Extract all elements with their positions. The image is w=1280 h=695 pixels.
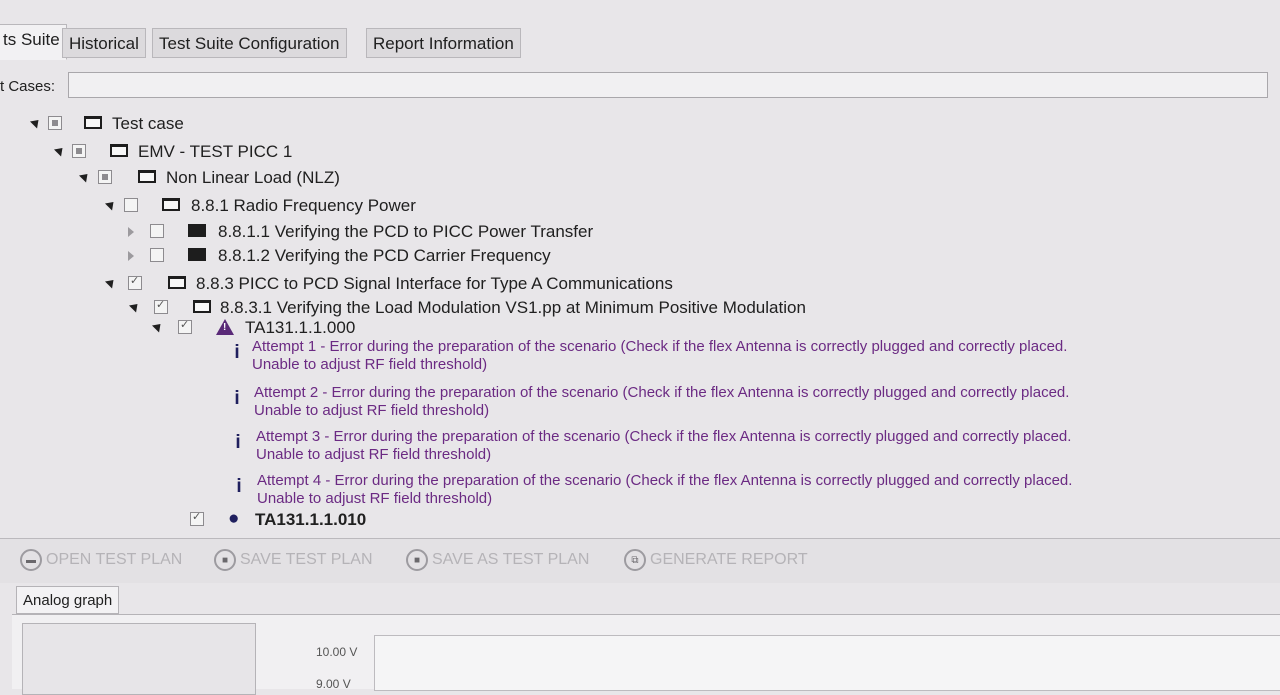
- tree-checkbox[interactable]: [124, 198, 138, 212]
- folder-icon: [162, 198, 180, 211]
- main-tabs: ts Suite Historical Test Suite Configura…: [0, 22, 1280, 70]
- tree-node-non-linear-load[interactable]: Non Linear Load (NLZ): [0, 168, 1280, 190]
- expand-arrow-icon[interactable]: [53, 144, 67, 157]
- tree-label: 8.8.3.1 Verifying the Load Modulation VS…: [220, 298, 806, 317]
- open-icon: ▬: [20, 549, 42, 571]
- analog-graph-panel: 10.00 V 9.00 V: [12, 614, 1280, 695]
- graph-side-panel: [22, 623, 256, 695]
- attempt-message: Attempt 4 - Error during the preparation…: [257, 472, 1073, 489]
- save-test-plan-button[interactable]: ■ SAVE TEST PLAN: [214, 545, 373, 575]
- test-tree: Test case EMV - TEST PICC 1 Non Linear L…: [0, 108, 1280, 532]
- tree-node-8-8-1-2[interactable]: 8.8.1.2 Verifying the PCD Carrier Freque…: [0, 246, 1280, 268]
- save-icon: ■: [214, 549, 236, 571]
- warning-icon: [216, 319, 234, 335]
- attempt-message-detail: Unable to adjust RF field threshold): [256, 446, 492, 463]
- test-cases-filter-input[interactable]: [68, 72, 1268, 98]
- expand-arrow-icon[interactable]: [151, 320, 165, 333]
- y-axis-label: 10.00 V: [316, 645, 358, 659]
- expand-arrow-icon[interactable]: [128, 300, 142, 313]
- tree-label: 8.8.1.1 Verifying the PCD to PICC Power …: [218, 222, 594, 241]
- attempt-message: Attempt 2 - Error during the preparation…: [254, 384, 1070, 401]
- tree-label: Non Linear Load (NLZ): [166, 168, 340, 187]
- collapsed-arrow-icon[interactable]: [128, 251, 134, 261]
- y-axis-label: 9.00 V: [316, 677, 351, 691]
- attempt-message-detail: Unable to adjust RF field threshold): [257, 490, 493, 507]
- folder-icon: [110, 144, 128, 157]
- info-icon: i: [236, 476, 242, 497]
- tab-tests-suite[interactable]: ts Suite: [0, 24, 67, 60]
- tree-node-8-8-1[interactable]: 8.8.1 Radio Frequency Power: [0, 196, 1280, 218]
- folder-icon: [168, 276, 186, 289]
- folder-icon: [138, 170, 156, 183]
- save-as-test-plan-label: SAVE AS TEST PLAN: [432, 551, 590, 568]
- tree-checkbox[interactable]: [48, 116, 62, 130]
- report-icon: ⧉: [624, 549, 646, 571]
- tree-checkbox[interactable]: [178, 318, 192, 334]
- generate-report-label: GENERATE REPORT: [650, 551, 808, 568]
- tree-node-emv-test-picc-1[interactable]: EMV - TEST PICC 1: [0, 142, 1280, 164]
- save-test-plan-label: SAVE TEST PLAN: [240, 551, 373, 568]
- tab-analog-graph[interactable]: Analog graph: [16, 586, 120, 614]
- expand-arrow-icon[interactable]: [29, 116, 43, 129]
- tab-report-information[interactable]: Report Information: [366, 28, 521, 58]
- save-as-test-plan-button[interactable]: ■ SAVE AS TEST PLAN: [406, 545, 589, 575]
- graph-tabs: Analog graph: [12, 586, 1280, 614]
- gear-status-icon: ●: [228, 508, 240, 529]
- tree-node-ta131-1-1-000[interactable]: TA131.1.1.000: [0, 318, 1280, 340]
- tree-label: Test case: [112, 114, 184, 133]
- folder-icon: [193, 300, 211, 313]
- info-icon: i: [235, 432, 241, 453]
- save-as-icon: ■: [406, 549, 428, 571]
- tab-historical[interactable]: Historical: [62, 28, 146, 58]
- tree-node-8-8-3-1[interactable]: 8.8.3.1 Verifying the Load Modulation VS…: [0, 298, 1280, 320]
- test-plan-toolbar: ▬ OPEN TEST PLAN ■ SAVE TEST PLAN ■ SAVE…: [0, 538, 1280, 583]
- tree-label: TA131.1.1.000: [245, 318, 356, 337]
- tree-node-8-8-3[interactable]: 8.8.3 PICC to PCD Signal Interface for T…: [0, 274, 1280, 296]
- tree-checkbox[interactable]: [72, 144, 86, 158]
- expand-arrow-icon[interactable]: [104, 276, 118, 289]
- tree-checkbox[interactable]: [190, 510, 204, 526]
- tree-checkbox[interactable]: [98, 170, 112, 184]
- tree-node-ta131-1-1-010[interactable]: ● TA131.1.1.010: [0, 508, 1280, 532]
- tree-checkbox[interactable]: [128, 274, 142, 290]
- generate-report-button[interactable]: ⧉ GENERATE REPORT: [624, 545, 808, 575]
- open-test-plan-button[interactable]: ▬ OPEN TEST PLAN: [20, 545, 182, 575]
- tree-label: EMV - TEST PICC 1: [138, 142, 293, 161]
- attempt-message: Attempt 1 - Error during the preparation…: [252, 338, 1068, 355]
- collapsed-arrow-icon[interactable]: [128, 227, 134, 237]
- test-cases-filter-row: t Cases:: [0, 72, 1280, 102]
- tree-checkbox[interactable]: [154, 298, 168, 314]
- tree-checkbox[interactable]: [150, 224, 164, 238]
- attempt-message-detail: Unable to adjust RF field threshold): [254, 402, 490, 419]
- tree-node-8-8-1-1[interactable]: 8.8.1.1 Verifying the PCD to PICC Power …: [0, 222, 1280, 244]
- folder-icon: [188, 224, 206, 237]
- tree-label: 8.8.1.2 Verifying the PCD Carrier Freque…: [218, 246, 551, 265]
- open-test-plan-label: OPEN TEST PLAN: [46, 551, 183, 568]
- folder-icon: [84, 116, 102, 129]
- tab-test-suite-configuration[interactable]: Test Suite Configuration: [152, 28, 347, 58]
- tree-label: 8.8.1 Radio Frequency Power: [191, 196, 416, 215]
- test-cases-label: t Cases:: [0, 78, 56, 95]
- tree-checkbox[interactable]: [150, 248, 164, 262]
- info-icon: i: [234, 342, 240, 363]
- attempt-message-detail: Unable to adjust RF field threshold): [252, 356, 488, 373]
- attempt-message: Attempt 3 - Error during the preparation…: [256, 428, 1072, 445]
- folder-icon: [188, 248, 206, 261]
- graph-plot-area: [374, 635, 1280, 691]
- expand-arrow-icon[interactable]: [78, 170, 92, 183]
- expand-arrow-icon[interactable]: [104, 198, 118, 211]
- tree-label: 8.8.3 PICC to PCD Signal Interface for T…: [196, 274, 673, 293]
- tree-node-test-case[interactable]: Test case: [0, 114, 1280, 136]
- tree-label: TA131.1.1.010: [255, 510, 367, 529]
- info-icon: i: [234, 388, 240, 409]
